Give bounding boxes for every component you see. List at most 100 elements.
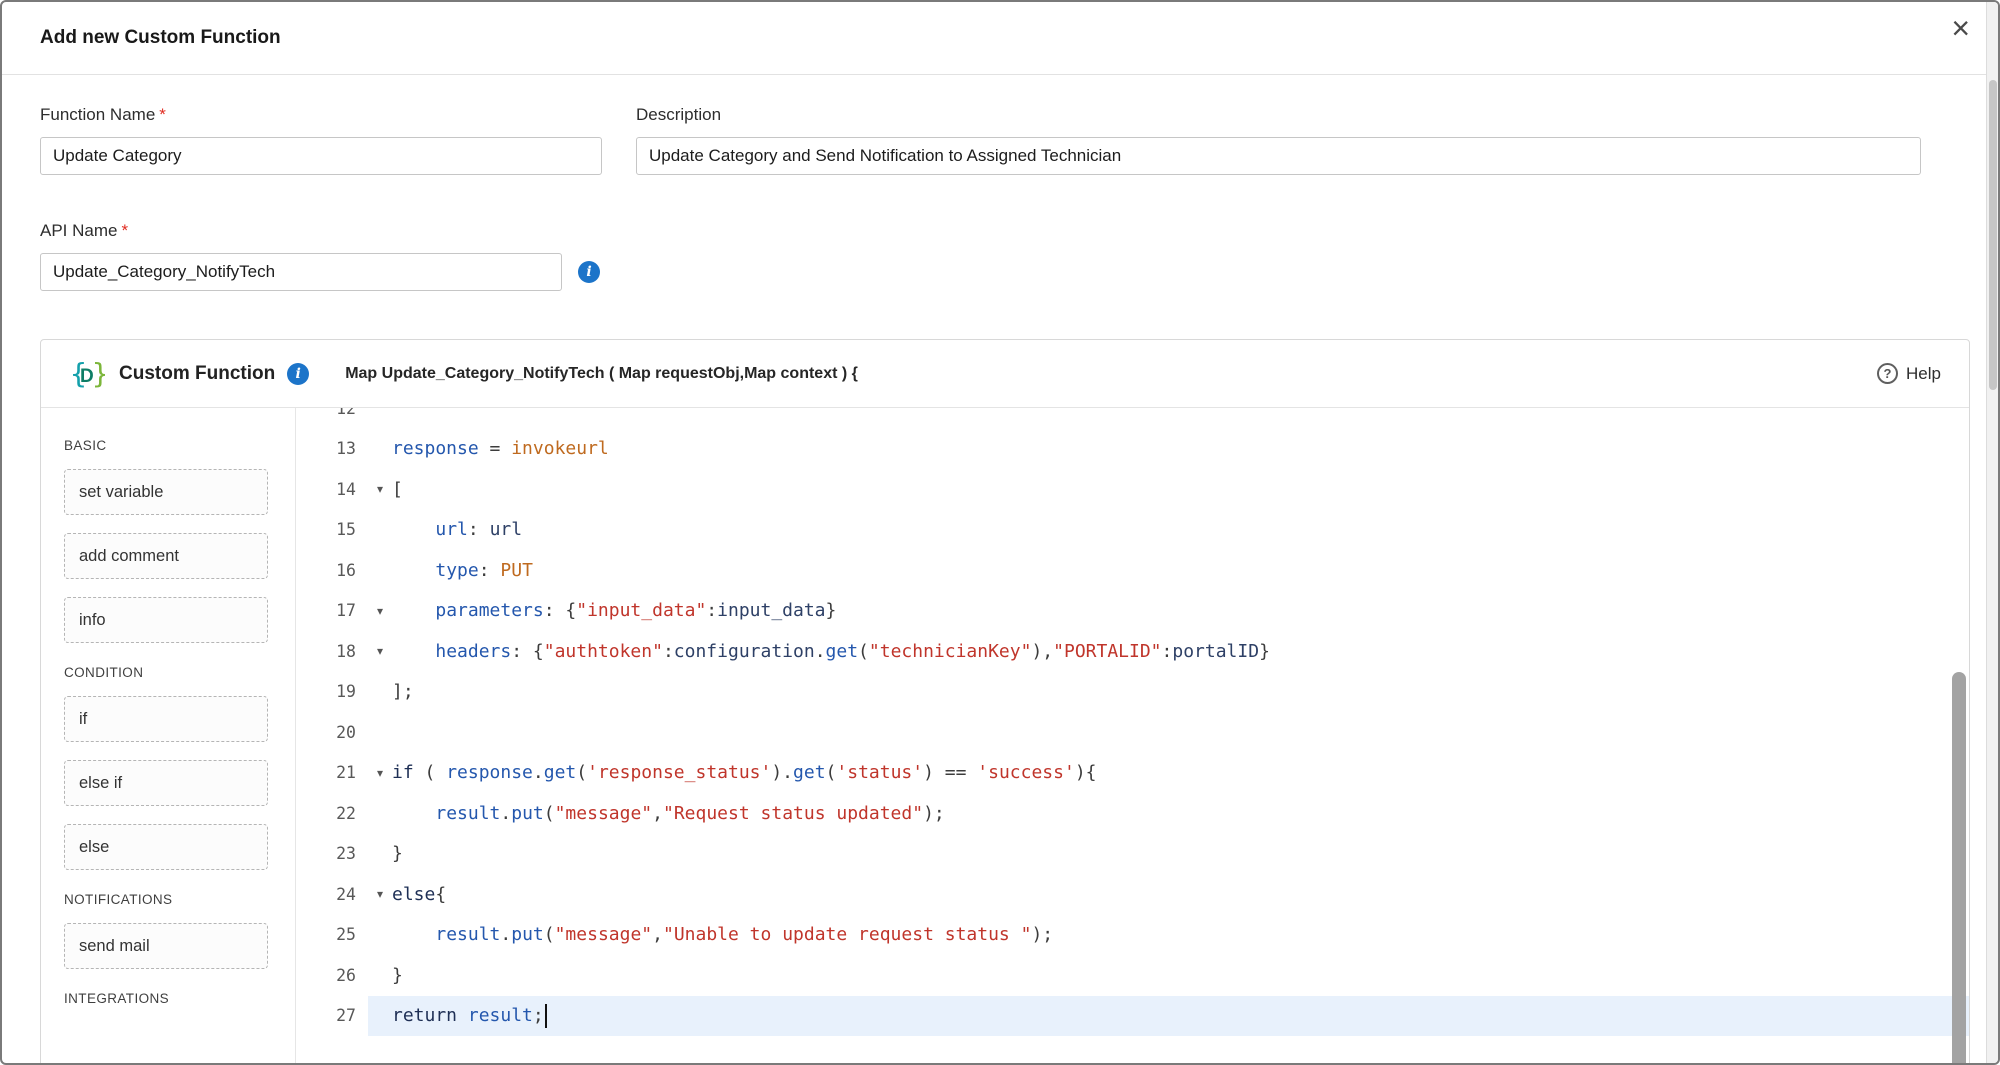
code-line-25[interactable]: 25 result.put("message","Unable to updat… xyxy=(296,915,1969,956)
page-scrollbar-thumb[interactable] xyxy=(1989,80,1997,390)
sidebar-section: INTEGRATIONS xyxy=(64,991,295,1006)
sidebar-action-send-mail[interactable]: send mail xyxy=(64,923,268,969)
code-line-23[interactable]: 23} xyxy=(296,834,1969,875)
api-name-label: API Name xyxy=(40,221,117,241)
code-line-15[interactable]: 15 url: url xyxy=(296,510,1969,551)
panel-info-icon[interactable]: i xyxy=(287,363,309,385)
dialog-body: Function Name* Description API Name* i {… xyxy=(2,105,1998,1065)
code-line-14[interactable]: 14▾[ xyxy=(296,469,1969,510)
code-line-19[interactable]: 19]; xyxy=(296,672,1969,713)
custom-function-panel: { D } Custom Function i Map Update_Categ… xyxy=(40,339,1970,1065)
description-label: Description xyxy=(636,105,721,125)
line-number: 24 xyxy=(296,885,368,904)
line-number: 20 xyxy=(296,723,368,742)
code-line-24[interactable]: 24▾else{ xyxy=(296,874,1969,915)
code-line-21[interactable]: 21▾if ( response.get('response_status').… xyxy=(296,753,1969,794)
line-number: 26 xyxy=(296,966,368,985)
code-lines: 1213response = invokeurl14▾[15 url: url1… xyxy=(296,408,1969,1036)
editor-sidebar: BASIC set variable add comment info CONDITIO… xyxy=(41,408,296,1065)
code-line-20[interactable]: 20 xyxy=(296,712,1969,753)
code-text: result.put("message","Unable to update r… xyxy=(392,924,1053,945)
code-text: } xyxy=(392,843,403,864)
code-text: [ xyxy=(392,479,403,500)
function-signature: Map Update_Category_NotifyTech ( Map req… xyxy=(345,365,858,383)
line-number: 15 xyxy=(296,520,368,539)
sidebar-section: BASIC set variable add comment info xyxy=(64,438,295,643)
code-text: headers: {"authtoken":configuration.get(… xyxy=(392,641,1270,662)
function-name-input[interactable] xyxy=(40,137,602,175)
line-number: 25 xyxy=(296,925,368,944)
sidebar-action-set-variable[interactable]: set variable xyxy=(64,469,268,515)
code-editor[interactable]: 1213response = invokeurl14▾[15 url: url1… xyxy=(296,408,1969,1065)
code-text: response = invokeurl xyxy=(392,438,609,459)
dialog-title: Add new Custom Function xyxy=(40,27,281,49)
line-number: 18 xyxy=(296,642,368,661)
required-asterisk: * xyxy=(159,105,166,124)
api-info-icon[interactable]: i xyxy=(578,261,600,283)
sidebar-action-if[interactable]: if xyxy=(64,696,268,742)
fold-arrow-icon[interactable]: ▾ xyxy=(368,887,392,901)
help-button[interactable]: ? Help xyxy=(1877,363,1941,384)
sidebar-section-label: NOTIFICATIONS xyxy=(64,892,295,907)
fold-arrow-icon[interactable]: ▾ xyxy=(368,644,392,658)
panel-body: BASIC set variable add comment info CONDITIO… xyxy=(41,408,1969,1065)
fold-arrow-icon[interactable]: ▾ xyxy=(368,766,392,780)
sidebar-action-add-comment[interactable]: add comment xyxy=(64,533,268,579)
code-line-12[interactable]: 12 xyxy=(296,408,1969,429)
code-text: parameters: {"input_data":input_data} xyxy=(392,600,836,621)
line-number: 12 xyxy=(296,408,368,418)
panel-header: { D } Custom Function i Map Update_Categ… xyxy=(41,340,1969,408)
sidebar-section-label: INTEGRATIONS xyxy=(64,991,295,1006)
description-group: Description xyxy=(636,105,1921,175)
svg-text:}: } xyxy=(92,357,105,390)
code-text: ]; xyxy=(392,681,414,702)
line-number: 13 xyxy=(296,439,368,458)
panel-title: Custom Function xyxy=(119,363,275,385)
sidebar-section-label: CONDITION xyxy=(64,665,295,680)
description-input[interactable] xyxy=(636,137,1921,175)
line-number: 14 xyxy=(296,480,368,499)
api-name-group: API Name* xyxy=(40,221,562,291)
fold-arrow-icon[interactable]: ▾ xyxy=(368,604,392,618)
close-icon[interactable]: × xyxy=(1951,12,1970,44)
function-name-label: Function Name xyxy=(40,105,155,125)
required-asterisk: * xyxy=(121,221,128,240)
fold-arrow-icon[interactable]: ▾ xyxy=(368,482,392,496)
dialog-header: Add new Custom Function × xyxy=(2,2,1998,75)
editor-vertical-scrollbar-thumb[interactable] xyxy=(1952,672,1966,1065)
api-name-input[interactable] xyxy=(40,253,562,291)
code-line-22[interactable]: 22 result.put("message","Request status … xyxy=(296,793,1969,834)
page-scrollbar[interactable] xyxy=(1986,2,1998,1063)
sidebar-action-info[interactable]: info xyxy=(64,597,268,643)
sidebar-section: CONDITION if else if else xyxy=(64,665,295,870)
code-text: url: url xyxy=(392,519,522,540)
sidebar-section-label: BASIC xyxy=(64,438,295,453)
line-number: 17 xyxy=(296,601,368,620)
function-name-group: Function Name* xyxy=(40,105,602,175)
line-number: 19 xyxy=(296,682,368,701)
sidebar-action-else[interactable]: else xyxy=(64,824,268,870)
sidebar-section: NOTIFICATIONS send mail xyxy=(64,892,295,969)
code-line-26[interactable]: 26} xyxy=(296,955,1969,996)
code-line-27[interactable]: 27 return result; xyxy=(296,996,1969,1037)
add-custom-function-dialog: Add new Custom Function × Function Name*… xyxy=(0,0,2000,1065)
code-text: if ( response.get('response_status').get… xyxy=(392,762,1097,783)
code-text: return result; xyxy=(392,1004,547,1028)
line-number: 21 xyxy=(296,763,368,782)
sidebar-action-else-if[interactable]: else if xyxy=(64,760,268,806)
code-line-13[interactable]: 13 response = invokeurl xyxy=(296,429,1969,470)
line-number: 16 xyxy=(296,561,368,580)
deluge-logo-icon: { D } xyxy=(69,356,105,392)
help-label: Help xyxy=(1906,364,1941,384)
code-text: result.put("message","Request status upd… xyxy=(392,803,945,824)
line-number: 22 xyxy=(296,804,368,823)
code-text: } xyxy=(392,965,403,986)
help-icon: ? xyxy=(1877,363,1898,384)
line-number: 27 xyxy=(296,1006,368,1025)
code-line-17[interactable]: 17▾ parameters: {"input_data":input_data… xyxy=(296,591,1969,632)
text-cursor xyxy=(545,1004,547,1028)
code-text: else{ xyxy=(392,884,446,905)
code-line-18[interactable]: 18▾ headers: {"authtoken":configuration.… xyxy=(296,631,1969,672)
line-number: 23 xyxy=(296,844,368,863)
code-line-16[interactable]: 16 type: PUT xyxy=(296,550,1969,591)
